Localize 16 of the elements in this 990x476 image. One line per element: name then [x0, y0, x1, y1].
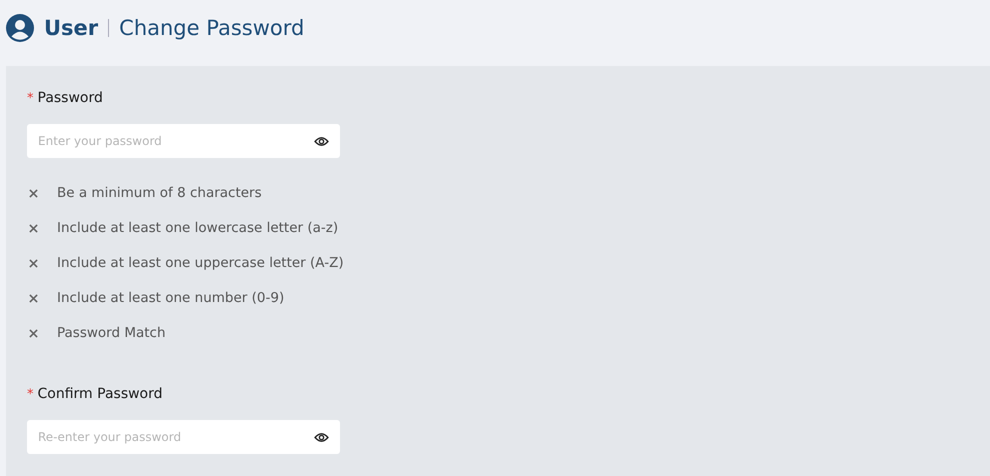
rule-text: Include at least one uppercase letter (A-Z)	[57, 255, 344, 271]
rule-text: Be a minimum of 8 characters	[57, 185, 262, 201]
eye-icon[interactable]	[314, 432, 329, 443]
confirm-password-field[interactable]: Re-enter your password	[27, 420, 340, 454]
required-mark: *	[27, 386, 34, 402]
rule-text: Password Match	[57, 325, 166, 341]
field-label: Confirm Password	[38, 386, 163, 402]
password-field[interactable]: Enter your password	[27, 124, 340, 158]
user-icon	[6, 14, 34, 42]
field-label: Password	[38, 90, 103, 106]
eye-icon[interactable]	[314, 136, 329, 147]
breadcrumb-section: User	[44, 16, 98, 40]
page-title: Change Password	[119, 16, 304, 40]
rule-text: Include at least one number (0-9)	[57, 290, 284, 306]
rule-text: Include at least one lowercase letter (a-z)	[57, 220, 338, 236]
required-mark: *	[27, 90, 34, 106]
